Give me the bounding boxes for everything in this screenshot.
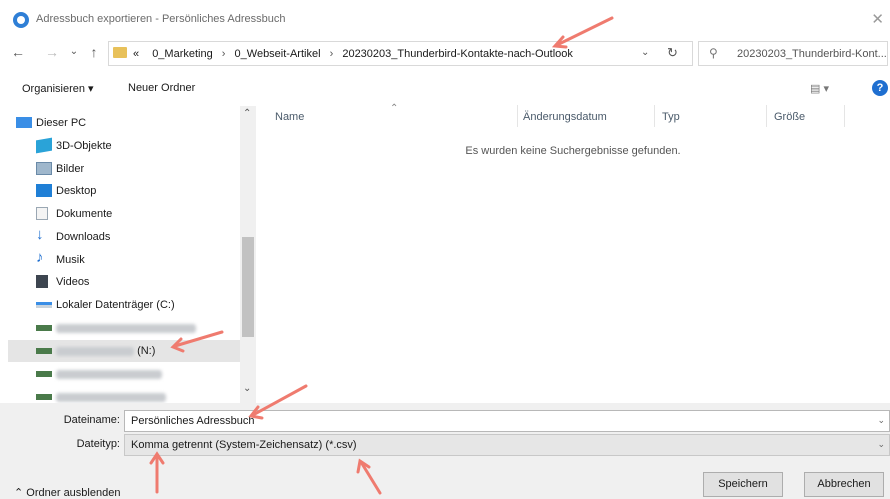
nav-item-desktop[interactable]: Desktop: [8, 180, 240, 202]
nav-item-videos[interactable]: Videos: [8, 271, 240, 293]
search-placeholder: 20230203_Thunderbird-Kont...: [737, 48, 887, 60]
search-icon: ⚲: [709, 46, 718, 60]
nav-item-label: (N:): [56, 345, 155, 357]
nav-scrollbar[interactable]: ⌃ ⌄: [240, 106, 256, 403]
search-input[interactable]: ⚲ 20230203_Thunderbird-Kont...: [698, 41, 888, 66]
nav-item-label: Musik: [56, 254, 85, 266]
network-drive-icon: [36, 325, 52, 331]
drive-icon: [36, 302, 52, 308]
column-divider[interactable]: [517, 105, 518, 127]
column-header-type[interactable]: Typ: [662, 111, 680, 123]
breadcrumb-overflow[interactable]: «: [133, 48, 139, 60]
breadcrumb-item[interactable]: 20230203_Thunderbird-Kontakte-nach-Outlo…: [342, 48, 573, 60]
save-form: Dateiname: Persönliches Adressbuch ⌄ Dat…: [0, 403, 890, 499]
filename-value: Persönliches Adressbuch: [131, 415, 255, 427]
filetype-label: Dateityp:: [76, 438, 120, 450]
new-folder-button[interactable]: Neuer Ordner: [128, 82, 195, 94]
video-icon: [36, 275, 48, 288]
forward-arrow-icon[interactable]: →: [44, 44, 60, 60]
nav-item-network-drive[interactable]: [8, 386, 240, 403]
file-list: ⌃ Name Änderungsdatum Typ Größe Es wurde…: [256, 103, 890, 403]
up-folder-icon[interactable]: ↑: [86, 44, 102, 60]
nav-item-dokumente[interactable]: Dokumente: [8, 203, 240, 225]
scrollbar-thumb[interactable]: [242, 237, 254, 337]
navigation-pane: Dieser PC 3D-Objekte Bilder Desktop Doku…: [0, 106, 256, 403]
nav-item-label: Dieser PC: [36, 117, 87, 129]
hide-folders-button[interactable]: ⌃ Ordner ausblenden: [14, 486, 120, 499]
address-field[interactable]: « 0_Marketing › 0_Webseit-Artikel › 2023…: [108, 41, 693, 66]
title-bar: Adressbuch exportieren - Persönliches Ad…: [0, 0, 890, 36]
cancel-button[interactable]: Abbrechen: [804, 472, 884, 497]
nav-item-label: 3D-Objekte: [56, 140, 112, 152]
breadcrumb: « 0_Marketing › 0_Webseit-Artikel › 2023…: [133, 48, 573, 60]
filetype-value: Komma getrennt (System-Zeichensatz) (*.c…: [131, 439, 357, 451]
nav-item-network-drive-n[interactable]: (N:): [8, 340, 240, 362]
nav-item-network-drive[interactable]: [8, 363, 240, 385]
column-header-name[interactable]: Name: [275, 111, 304, 123]
recent-locations-icon[interactable]: ⌄: [66, 46, 82, 57]
nav-item-label: Bilder: [56, 163, 85, 175]
cube-icon: [36, 137, 52, 154]
view-options-icon[interactable]: ▤ ▾: [810, 82, 829, 95]
folder-icon: [113, 47, 127, 58]
scroll-up-icon[interactable]: ⌃: [243, 108, 251, 119]
column-divider[interactable]: [844, 105, 845, 127]
column-header-size[interactable]: Größe: [774, 111, 805, 123]
window-title: Adressbuch exportieren - Persönliches Ad…: [36, 13, 286, 25]
desktop-icon: [36, 184, 52, 197]
documents-icon: [36, 207, 48, 220]
filename-dropdown-icon[interactable]: ⌄: [877, 415, 885, 426]
nav-item-label: Dokumente: [56, 208, 113, 220]
network-drive-label-redacted: [56, 368, 162, 380]
organize-menu-button[interactable]: Organisieren ▾: [22, 82, 94, 95]
music-icon: ♪: [36, 249, 44, 266]
filetype-select[interactable]: Komma getrennt (System-Zeichensatz) (*.c…: [124, 434, 890, 456]
network-drive-label-redacted: [56, 322, 196, 334]
nav-item-local-drive[interactable]: Lokaler Datenträger (C:): [8, 294, 240, 316]
breadcrumb-item[interactable]: 0_Webseit-Artikel: [235, 48, 321, 60]
save-button[interactable]: Speichern: [703, 472, 783, 497]
empty-results-message: Es wurden keine Suchergebnisse gefunden.: [465, 145, 681, 157]
network-drive-icon: [36, 394, 52, 400]
breadcrumb-separator: ›: [329, 48, 334, 60]
filetype-dropdown-icon[interactable]: ⌄: [877, 439, 885, 450]
nav-item-label: Downloads: [56, 231, 111, 243]
column-divider[interactable]: [654, 105, 655, 127]
pc-icon: [16, 117, 32, 128]
pictures-icon: [36, 162, 52, 175]
nav-item-bilder[interactable]: Bilder: [8, 158, 240, 180]
nav-item-label: Desktop: [56, 185, 97, 197]
column-header-date[interactable]: Änderungsdatum: [523, 111, 607, 123]
address-bar: ← → ⌄ ↑ « 0_Marketing › 0_Webseit-Artike…: [0, 38, 890, 68]
nav-item-dieser-pc[interactable]: Dieser PC: [0, 112, 220, 134]
filename-label: Dateiname:: [63, 414, 120, 426]
nav-item-musik[interactable]: ♪ Musik: [8, 249, 240, 271]
close-icon[interactable]: ✕: [871, 10, 884, 28]
thunderbird-app-icon: [13, 12, 29, 28]
nav-item-3d-objekte[interactable]: 3D-Objekte: [8, 135, 240, 157]
nav-item-label: Lokaler Datenträger (C:): [56, 299, 175, 311]
refresh-icon[interactable]: ↻: [667, 45, 678, 61]
address-dropdown-icon[interactable]: ⌄: [641, 47, 649, 58]
filename-field[interactable]: Persönliches Adressbuch ⌄: [124, 410, 890, 432]
nav-item-label: Videos: [56, 276, 90, 288]
drive-letter: (N:): [137, 345, 156, 357]
network-drive-icon: [36, 371, 52, 377]
nav-item-downloads[interactable]: ↓ Downloads: [8, 226, 240, 248]
sort-ascending-icon: ⌃: [390, 103, 399, 114]
network-drive-label-redacted: [56, 391, 166, 403]
back-arrow-icon[interactable]: ←: [10, 44, 26, 60]
breadcrumb-item[interactable]: 0_Marketing: [152, 48, 213, 60]
nav-item-network-drive[interactable]: [8, 317, 240, 339]
command-bar: Organisieren ▾ Neuer Ordner ▤ ▾ ?: [0, 75, 890, 103]
network-drive-icon: [36, 348, 52, 354]
help-icon[interactable]: ?: [872, 80, 888, 96]
scroll-down-icon[interactable]: ⌄: [243, 383, 251, 394]
column-divider[interactable]: [766, 105, 767, 127]
download-icon: ↓: [36, 226, 44, 243]
breadcrumb-separator: ›: [221, 48, 226, 60]
